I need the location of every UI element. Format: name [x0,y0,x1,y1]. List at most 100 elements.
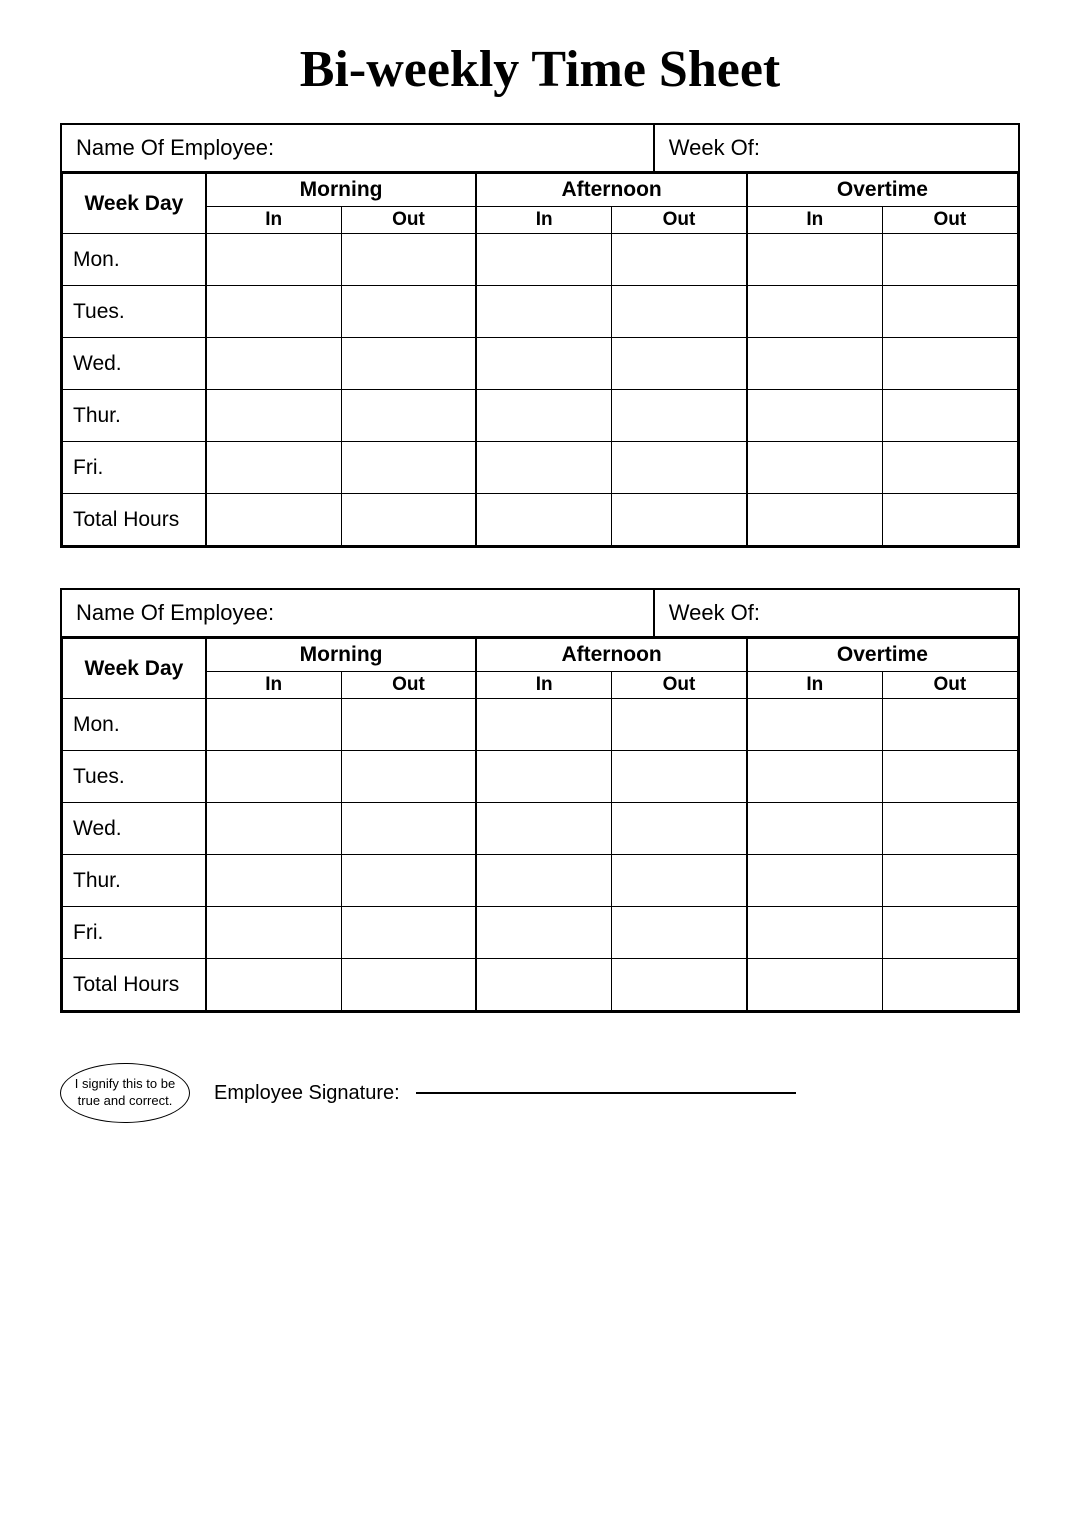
total-row-1: Total Hours [63,494,1018,546]
day-label: Thur. [63,390,206,442]
data-cell[interactable] [206,751,341,803]
data-cell[interactable] [612,907,747,959]
data-cell[interactable] [476,286,611,338]
total-cell[interactable] [476,494,611,546]
week-day-header-1: Week Day [63,174,206,234]
header-row-2: Week Day Morning Afternoon Overtime [63,639,1018,672]
data-cell[interactable] [476,390,611,442]
data-cell[interactable] [747,699,882,751]
data-cell[interactable] [206,907,341,959]
table-row: Tues. [63,751,1018,803]
total-cell[interactable] [206,959,341,1011]
data-cell[interactable] [882,855,1017,907]
data-cell[interactable] [612,699,747,751]
total-cell[interactable] [747,959,882,1011]
data-cell[interactable] [341,803,476,855]
data-cell[interactable] [476,751,611,803]
data-cell[interactable] [206,442,341,494]
total-cell[interactable] [476,959,611,1011]
data-cell[interactable] [206,699,341,751]
signature-label: Employee Signature: [214,1082,400,1105]
data-cell[interactable] [206,234,341,286]
signature-line[interactable] [416,1092,796,1094]
data-cell[interactable] [882,390,1017,442]
morning-out-header-2: Out [341,672,476,699]
data-cell[interactable] [882,442,1017,494]
data-cell[interactable] [341,907,476,959]
morning-in-header-2: In [206,672,341,699]
data-cell[interactable] [341,751,476,803]
data-cell[interactable] [341,699,476,751]
data-cell[interactable] [882,338,1017,390]
time-table-1: Week Day Morning Afternoon Overtime In O… [62,173,1018,546]
data-cell[interactable] [341,442,476,494]
total-cell[interactable] [341,959,476,1011]
total-cell[interactable] [882,959,1017,1011]
data-cell[interactable] [476,234,611,286]
total-row-2: Total Hours [63,959,1018,1011]
signature-area: I signify this to be true and correct. E… [60,1053,1020,1133]
data-cell[interactable] [476,855,611,907]
data-cell[interactable] [612,855,747,907]
total-cell[interactable] [612,494,747,546]
time-table-2: Week Day Morning Afternoon Overtime In O… [62,638,1018,1011]
data-cell[interactable] [882,234,1017,286]
table-row: Fri. [63,907,1018,959]
day-label: Thur. [63,855,206,907]
data-cell[interactable] [476,338,611,390]
data-cell[interactable] [747,751,882,803]
data-cell[interactable] [476,699,611,751]
data-cell[interactable] [747,855,882,907]
data-cell[interactable] [612,286,747,338]
data-cell[interactable] [747,907,882,959]
data-cell[interactable] [612,751,747,803]
data-cell[interactable] [612,803,747,855]
page-title: Bi-weekly Time Sheet [60,40,1020,99]
total-cell[interactable] [341,494,476,546]
data-cell[interactable] [341,286,476,338]
total-cell[interactable] [206,494,341,546]
data-cell[interactable] [476,907,611,959]
data-cell[interactable] [341,855,476,907]
data-cell[interactable] [882,907,1017,959]
data-cell[interactable] [476,442,611,494]
data-cell[interactable] [612,390,747,442]
data-cell[interactable] [747,390,882,442]
total-hours-label-1: Total Hours [63,494,206,546]
total-cell[interactable] [612,959,747,1011]
afternoon-header-2: Afternoon [476,639,747,672]
data-cell[interactable] [206,803,341,855]
table-row: Mon. [63,699,1018,751]
data-cell[interactable] [341,234,476,286]
afternoon-header-1: Afternoon [476,174,747,207]
data-cell[interactable] [612,234,747,286]
data-cell[interactable] [882,803,1017,855]
data-cell[interactable] [882,286,1017,338]
data-cell[interactable] [747,442,882,494]
data-cell[interactable] [747,803,882,855]
data-cell[interactable] [206,855,341,907]
morning-header-1: Morning [206,174,477,207]
data-cell[interactable] [747,286,882,338]
data-cell[interactable] [747,338,882,390]
subheader-row-1: In Out In Out In Out [63,207,1018,234]
data-cell[interactable] [206,390,341,442]
day-label: Mon. [63,699,206,751]
overtime-out-header-2: Out [882,672,1017,699]
data-cell[interactable] [206,338,341,390]
data-cell[interactable] [882,699,1017,751]
subheader-row-2: In Out In Out In Out [63,672,1018,699]
data-cell[interactable] [612,338,747,390]
total-cell[interactable] [747,494,882,546]
data-cell[interactable] [882,751,1017,803]
data-cell[interactable] [476,803,611,855]
table-row: Fri. [63,442,1018,494]
data-cell[interactable] [341,390,476,442]
data-cell[interactable] [612,442,747,494]
total-cell[interactable] [882,494,1017,546]
data-cell[interactable] [206,286,341,338]
table-row: Wed. [63,803,1018,855]
afternoon-in-header-2: In [476,672,611,699]
data-cell[interactable] [341,338,476,390]
data-cell[interactable] [747,234,882,286]
